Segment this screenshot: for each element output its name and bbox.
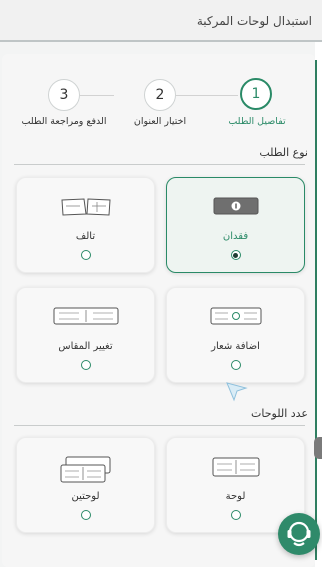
option-lost-label: فقدان [222,231,249,242]
step-1-number: 1 [251,86,261,102]
section-divider [14,164,305,165]
option-change-size[interactable]: تغيير المقاس [16,287,155,383]
step-3-label: الدفع ومراجعة الطلب [21,116,107,127]
option-lost-radio[interactable] [230,250,241,260]
option-two-plates-radio[interactable] [80,510,91,520]
option-single-plate-radio[interactable] [230,510,241,520]
app-header: استبدال لوحات المركبة [0,0,322,42]
step-1-circle[interactable]: 1 [240,78,272,110]
support-agent-icon [287,521,311,547]
option-two-plates[interactable]: لوحتين [16,437,155,533]
single-plate-icon [212,457,259,477]
option-change-size-label: تغيير المقاس [58,341,113,352]
two-plates-icon [60,456,110,483]
option-two-plates-label: لوحتين [71,491,100,502]
mouse-cursor-icon [226,382,248,402]
option-damaged[interactable]: تالف [16,177,155,273]
resize-plate-icon [53,307,118,325]
option-add-logo-label: اضافة شعار [211,341,260,352]
stepper-connector [176,95,238,96]
plates-count-title: عدد اللوحات [251,407,308,420]
section-divider [14,425,305,426]
step-3-circle[interactable]: 3 [48,79,80,111]
request-type-title: نوع الطلب [259,146,308,159]
step-2-number: 2 [155,87,165,103]
step-2-label: اختيار العنوان [133,116,187,127]
option-single-plate-label: لوحة [225,491,246,502]
damaged-plate-icon [60,198,111,216]
option-damaged-label: تالف [75,231,96,242]
step-1-label: تفاصيل الطلب [228,116,286,127]
support-chat-button[interactable] [278,513,320,555]
side-scroll-handle[interactable] [314,437,322,459]
option-add-logo[interactable]: اضافة شعار [166,287,305,383]
step-2-circle[interactable]: 2 [144,79,176,111]
option-lost[interactable]: فقدان [166,177,305,273]
page-title: استبدال لوحات المركبة [196,14,312,28]
lost-plate-icon [213,197,258,215]
add-logo-plate-icon [210,307,261,325]
option-change-size-radio[interactable] [80,360,91,370]
step-3-number: 3 [59,87,69,103]
option-add-logo-radio[interactable] [230,360,241,370]
stepper-connector [80,95,114,96]
option-damaged-radio[interactable] [80,250,91,260]
right-accent-line [315,60,317,560]
